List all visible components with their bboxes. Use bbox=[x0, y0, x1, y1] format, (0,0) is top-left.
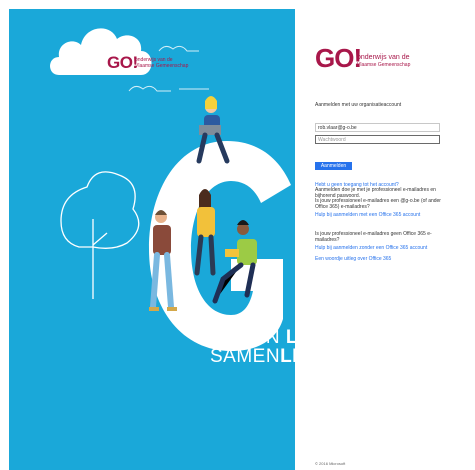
brand-logo: GO! onderwijs van de Vlaamse Gemeenschap bbox=[315, 43, 465, 75]
logo-mark: GO! bbox=[107, 53, 138, 72]
office365-explain-link[interactable]: Een woordje uitleg over Office 365 bbox=[315, 256, 391, 262]
brand-mark: GO! bbox=[315, 43, 362, 73]
email-field[interactable]: rob.vlaar@g-o.be bbox=[315, 123, 440, 132]
password-field[interactable]: Wachtwoord bbox=[315, 135, 440, 144]
brand-tagline-2: Vlaamse Gemeenschap bbox=[357, 62, 411, 68]
office365-help-link[interactable]: Hulp bij aanmelden met een Office 365 ac… bbox=[315, 212, 420, 218]
non-office365-question: Is jouw professioneel e-mailadres geen O… bbox=[315, 231, 432, 243]
signin-button[interactable]: Aanmelden bbox=[315, 162, 352, 170]
non-office365-help-link[interactable]: Hulp bij aanmelden zonder een Office 365… bbox=[315, 245, 427, 251]
footer-copyright: © 2016 Microsoft bbox=[315, 461, 346, 466]
signin-panel: GO! onderwijs van de Vlaamse Gemeenschap… bbox=[295, 0, 475, 470]
cloud-logo: GO! onderwijs van de Vlaamse Gemeenschap bbox=[45, 19, 188, 79]
slogan-line-2: SAMENLE bbox=[210, 346, 295, 367]
logo-brand: GO! onderwijs van de Vlaamse Gemeenschap bbox=[107, 53, 188, 77]
logo-tagline: onderwijs van de Vlaamse Gemeenschap bbox=[135, 57, 189, 69]
office365-question: Is jouw professioneel e-mailadres een @g… bbox=[315, 198, 441, 210]
illustration-panel: GO! onderwijs van de Vlaamse Gemeenschap … bbox=[9, 9, 295, 470]
signin-heading: Aanmelden met uw organisatieaccount bbox=[315, 102, 402, 108]
brand-tagline-1: onderwijs van de bbox=[357, 54, 410, 61]
